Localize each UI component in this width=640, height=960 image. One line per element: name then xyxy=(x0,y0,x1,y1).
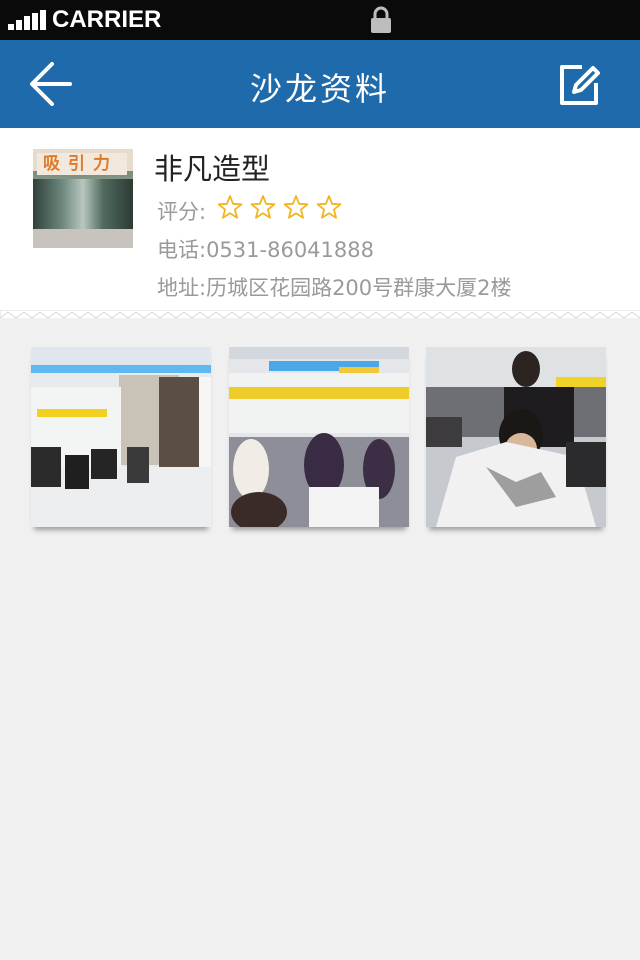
page-title: 沙龙资料 xyxy=(249,70,390,108)
haircut-image xyxy=(426,347,606,527)
salon-thumbnail[interactable]: 吸引力 xyxy=(33,149,133,248)
stylists-working-image xyxy=(229,347,409,527)
salon-photo-1[interactable] xyxy=(31,347,211,527)
star-icon xyxy=(218,195,243,219)
star-icon xyxy=(316,195,342,219)
rating-label: 评分: xyxy=(157,200,207,224)
zigzag-edge xyxy=(0,310,640,319)
edit-button[interactable] xyxy=(552,58,606,112)
nav-bar: 沙龙资料 xyxy=(0,40,640,128)
salon-name: 非凡造型 xyxy=(154,152,271,186)
signal-strength-icon xyxy=(8,10,48,30)
edit-icon xyxy=(560,65,600,105)
salon-interior-image xyxy=(31,347,211,527)
rating-stars xyxy=(218,195,342,219)
thumbnail-sign: 吸引力 xyxy=(37,153,127,175)
thumbnail-storefront xyxy=(33,179,133,229)
lock-icon xyxy=(371,6,391,33)
star-icon xyxy=(250,195,276,219)
phone-number[interactable]: 电话:0531-86041888 xyxy=(157,234,374,264)
status-bar: CARRIER xyxy=(0,0,640,40)
thumbnail-floor xyxy=(33,229,133,248)
star-icon xyxy=(283,195,309,219)
carrier-name: CARRIER xyxy=(52,6,162,33)
salon-photo-3[interactable] xyxy=(426,347,606,527)
salon-photo-2[interactable] xyxy=(229,347,409,527)
address[interactable]: 地址:历城区花园路200号群康大厦2楼 xyxy=(157,272,512,302)
